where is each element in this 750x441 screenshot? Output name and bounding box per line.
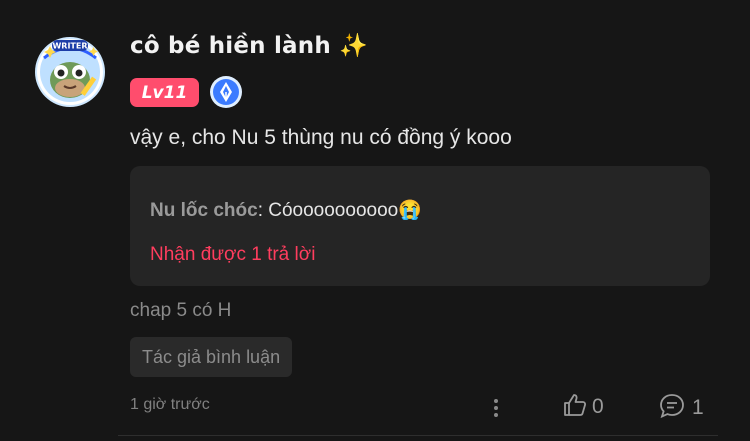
quote-line: Nu lốc chóc: Cóoooooooooo😭 — [150, 198, 422, 222]
thumb-up-icon — [562, 392, 588, 422]
avatar[interactable]: WRITER — [34, 36, 106, 108]
like-button[interactable]: 0 — [562, 392, 604, 422]
quote-author[interactable]: Nu lốc chóc — [150, 200, 258, 221]
author-tag: Tác giả bình luận — [130, 337, 293, 377]
reply-button[interactable]: 1 — [658, 392, 704, 424]
replies-link[interactable]: Nhận được 1 trả lời — [150, 244, 315, 266]
chapter-label[interactable]: chap 5 có H — [130, 300, 231, 322]
quote-text: Cóoooooooooo😭 — [268, 200, 422, 221]
username[interactable]: cô bé hiền lành ✨ — [130, 32, 368, 59]
divider — [118, 435, 718, 436]
pen-badge-icon — [209, 75, 243, 109]
reply-count: 1 — [692, 396, 704, 419]
comment-bubble-icon — [658, 392, 686, 424]
level-badge: Lv11 — [130, 78, 199, 107]
quoted-reply[interactable]: Nu lốc chóc: Cóoooooooooo😭 Nhận được 1 t… — [130, 166, 710, 286]
timestamp: 1 giờ trước — [130, 396, 210, 413]
username-text[interactable]: cô bé hiền lành — [130, 33, 331, 59]
comment-text: vậy e, cho Nu 5 thùng nu có đồng ý kooo — [130, 126, 512, 149]
like-count: 0 — [592, 395, 604, 418]
avatar-badge-text: WRITER — [52, 42, 87, 51]
more-vertical-icon[interactable] — [486, 396, 506, 420]
sparkle-icon: ✨ — [339, 33, 368, 59]
quote-separator: : — [257, 200, 269, 221]
